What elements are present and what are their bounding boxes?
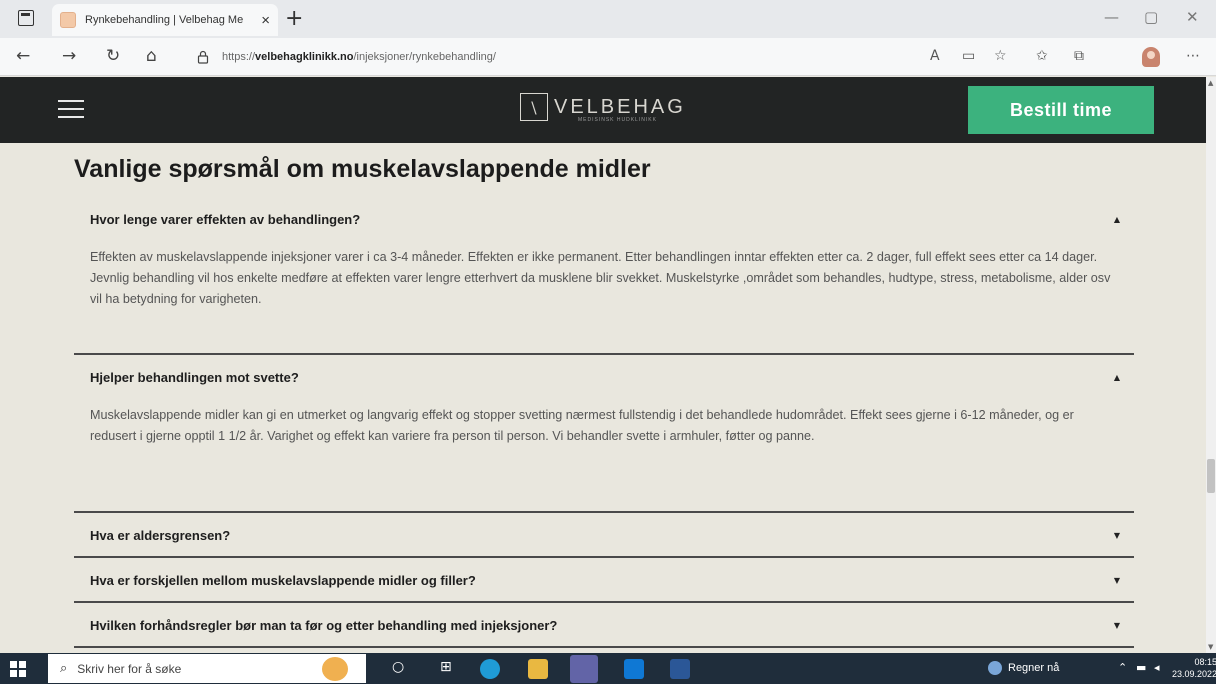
file-explorer-icon[interactable] xyxy=(528,659,548,679)
site-logo[interactable]: \ VELBEHAG MEDISINSK HUDKLINIKK xyxy=(520,93,686,123)
faq-answer: Muskelavslappende midler kan gi en utmer… xyxy=(90,408,1074,443)
chevron-down-icon: ▼ xyxy=(1113,530,1120,540)
faq-question-toggle[interactable]: Hva er forskjellen mellom muskelavslappe… xyxy=(74,558,1134,602)
tab-actions-icon[interactable] xyxy=(18,10,34,26)
url-domain: velbehagklinikk.no xyxy=(255,51,354,63)
lock-icon xyxy=(197,50,209,64)
divider xyxy=(74,646,1134,648)
menu-icon[interactable] xyxy=(58,100,84,118)
browser-address-bar: ← → ↻ ⌂ https://velbehagklinikk.no/injek… xyxy=(0,38,1216,76)
weather-text[interactable]: Regner nå xyxy=(1008,662,1059,674)
site-header: \ VELBEHAG MEDISINSK HUDKLINIKK Bestill … xyxy=(0,77,1206,143)
taskbar-search-input[interactable]: ⌕ Skriv her for å søke xyxy=(48,654,366,683)
faq-question: Hvilken forhåndsregler bør man ta før og… xyxy=(90,617,558,633)
tab-title: Rynkebehandling | Velbehag Me xyxy=(85,14,244,26)
cortana-icon[interactable]: ○ xyxy=(392,659,404,675)
outlook-icon[interactable] xyxy=(624,659,644,679)
edge-icon[interactable] xyxy=(480,659,500,679)
faq-question: Hva er forskjellen mellom muskelavslappe… xyxy=(90,572,476,588)
windows-start-icon[interactable] xyxy=(10,661,26,677)
forward-icon[interactable]: → xyxy=(62,46,76,66)
logo-text: VELBEHAG xyxy=(554,95,686,118)
faq-item-precautions: Hvilken forhåndsregler bør man ta før og… xyxy=(74,603,1134,647)
tab-close-icon[interactable]: × xyxy=(261,12,270,29)
volume-icon[interactable]: ◂ xyxy=(1154,661,1160,674)
page-scrollbar[interactable]: ▲ ▼ xyxy=(1206,77,1216,653)
scroll-thumb[interactable] xyxy=(1207,459,1215,493)
chevron-up-icon: ▲ xyxy=(1113,214,1120,224)
close-window-icon[interactable]: ✕ xyxy=(1186,8,1199,26)
search-highlight-icon xyxy=(322,657,348,681)
faq-question-toggle[interactable]: Hvilken forhåndsregler bør man ta før og… xyxy=(74,603,1134,647)
more-menu-icon[interactable]: ⋯ xyxy=(1186,48,1200,64)
chevron-up-tray-icon[interactable]: ⌃ xyxy=(1118,661,1127,674)
search-icon: ⌕ xyxy=(60,661,68,676)
faq-question: Hjelper behandlingen mot svette? xyxy=(90,369,299,385)
back-icon[interactable]: ← xyxy=(16,46,30,66)
browser-tab-active[interactable]: Rynkebehandling | Velbehag Me × xyxy=(52,4,278,36)
faq-question-toggle[interactable]: Hvor lenge varer effekten av behandlinge… xyxy=(74,197,1134,241)
faq-section: Vanlige spørsmål om muskelavslappende mi… xyxy=(0,143,1206,653)
faq-question: Hva er aldersgrensen? xyxy=(90,527,231,543)
collections-icon[interactable]: ⧉ xyxy=(1074,48,1084,64)
faq-item-duration: Hvor lenge varer effekten av behandlinge… xyxy=(74,197,1134,310)
url-path: /injeksjoner/rynkebehandling/ xyxy=(353,51,496,63)
faq-title: Vanlige spørsmål om muskelavslappende mi… xyxy=(74,155,651,183)
logo-subtitle: MEDISINSK HUDKLINIKK xyxy=(578,117,657,123)
add-favorite-icon[interactable]: ☆ xyxy=(994,48,1007,64)
faq-answer: Effekten av muskelavslappende injeksjone… xyxy=(90,250,1111,306)
book-appointment-button[interactable]: Bestill time xyxy=(968,86,1154,134)
browser-tab-bar: Rynkebehandling | Velbehag Me × + — ▢ ✕ xyxy=(0,0,1216,38)
home-icon[interactable]: ⌂ xyxy=(146,46,157,66)
url-prefix: https:// xyxy=(222,51,256,63)
weather-icon xyxy=(988,661,1002,675)
refresh-icon[interactable]: ↻ xyxy=(106,46,120,66)
task-view-icon[interactable]: ⊞ xyxy=(440,659,452,675)
chevron-down-icon: ▼ xyxy=(1113,620,1120,630)
faq-item-age-limit: Hva er aldersgrensen? ▼ xyxy=(74,513,1134,557)
faq-question-toggle[interactable]: Hjelper behandlingen mot svette? ▲ xyxy=(74,355,1134,399)
faq-question: Hvor lenge varer effekten av behandlinge… xyxy=(90,211,361,227)
maximize-icon[interactable]: ▢ xyxy=(1144,8,1158,26)
scroll-up-icon[interactable]: ▲ xyxy=(1208,79,1213,87)
immersive-reader-icon[interactable]: ▭ xyxy=(962,48,975,64)
teams-icon[interactable] xyxy=(570,655,598,683)
taskbar-clock[interactable]: 08:15 23.09.2022 xyxy=(1172,656,1216,680)
read-aloud-icon[interactable]: A xyxy=(930,48,940,64)
scroll-down-icon[interactable]: ▼ xyxy=(1208,643,1213,651)
logo-mark: \ xyxy=(520,93,548,121)
faq-question-toggle[interactable]: Hva er aldersgrensen? ▼ xyxy=(74,513,1134,557)
search-placeholder: Skriv her for å søke xyxy=(77,661,182,676)
clock-date: 23.09.2022 xyxy=(1172,669,1216,679)
battery-icon[interactable]: ▬ xyxy=(1136,661,1146,674)
url-field[interactable]: https://velbehagklinikk.no/injeksjoner/r… xyxy=(196,44,916,70)
minimize-icon[interactable]: — xyxy=(1104,8,1119,26)
windows-taskbar: ⌕ Skriv her for å søke ○ ⊞ Regner nå ⌃ ▬… xyxy=(0,653,1216,684)
faq-item-sweat: Hjelper behandlingen mot svette? ▲ Muske… xyxy=(74,355,1134,447)
site-favicon-icon xyxy=(60,12,76,28)
new-tab-icon[interactable]: + xyxy=(285,6,303,31)
faq-item-filler-difference: Hva er forskjellen mellom muskelavslappe… xyxy=(74,558,1134,602)
chevron-down-icon: ▼ xyxy=(1113,575,1120,585)
chevron-up-icon: ▲ xyxy=(1113,372,1120,382)
profile-avatar[interactable] xyxy=(1142,47,1160,67)
word-icon[interactable] xyxy=(670,659,690,679)
clock-time: 08:15 xyxy=(1194,657,1216,667)
favorites-icon[interactable]: ✩ xyxy=(1036,48,1048,64)
